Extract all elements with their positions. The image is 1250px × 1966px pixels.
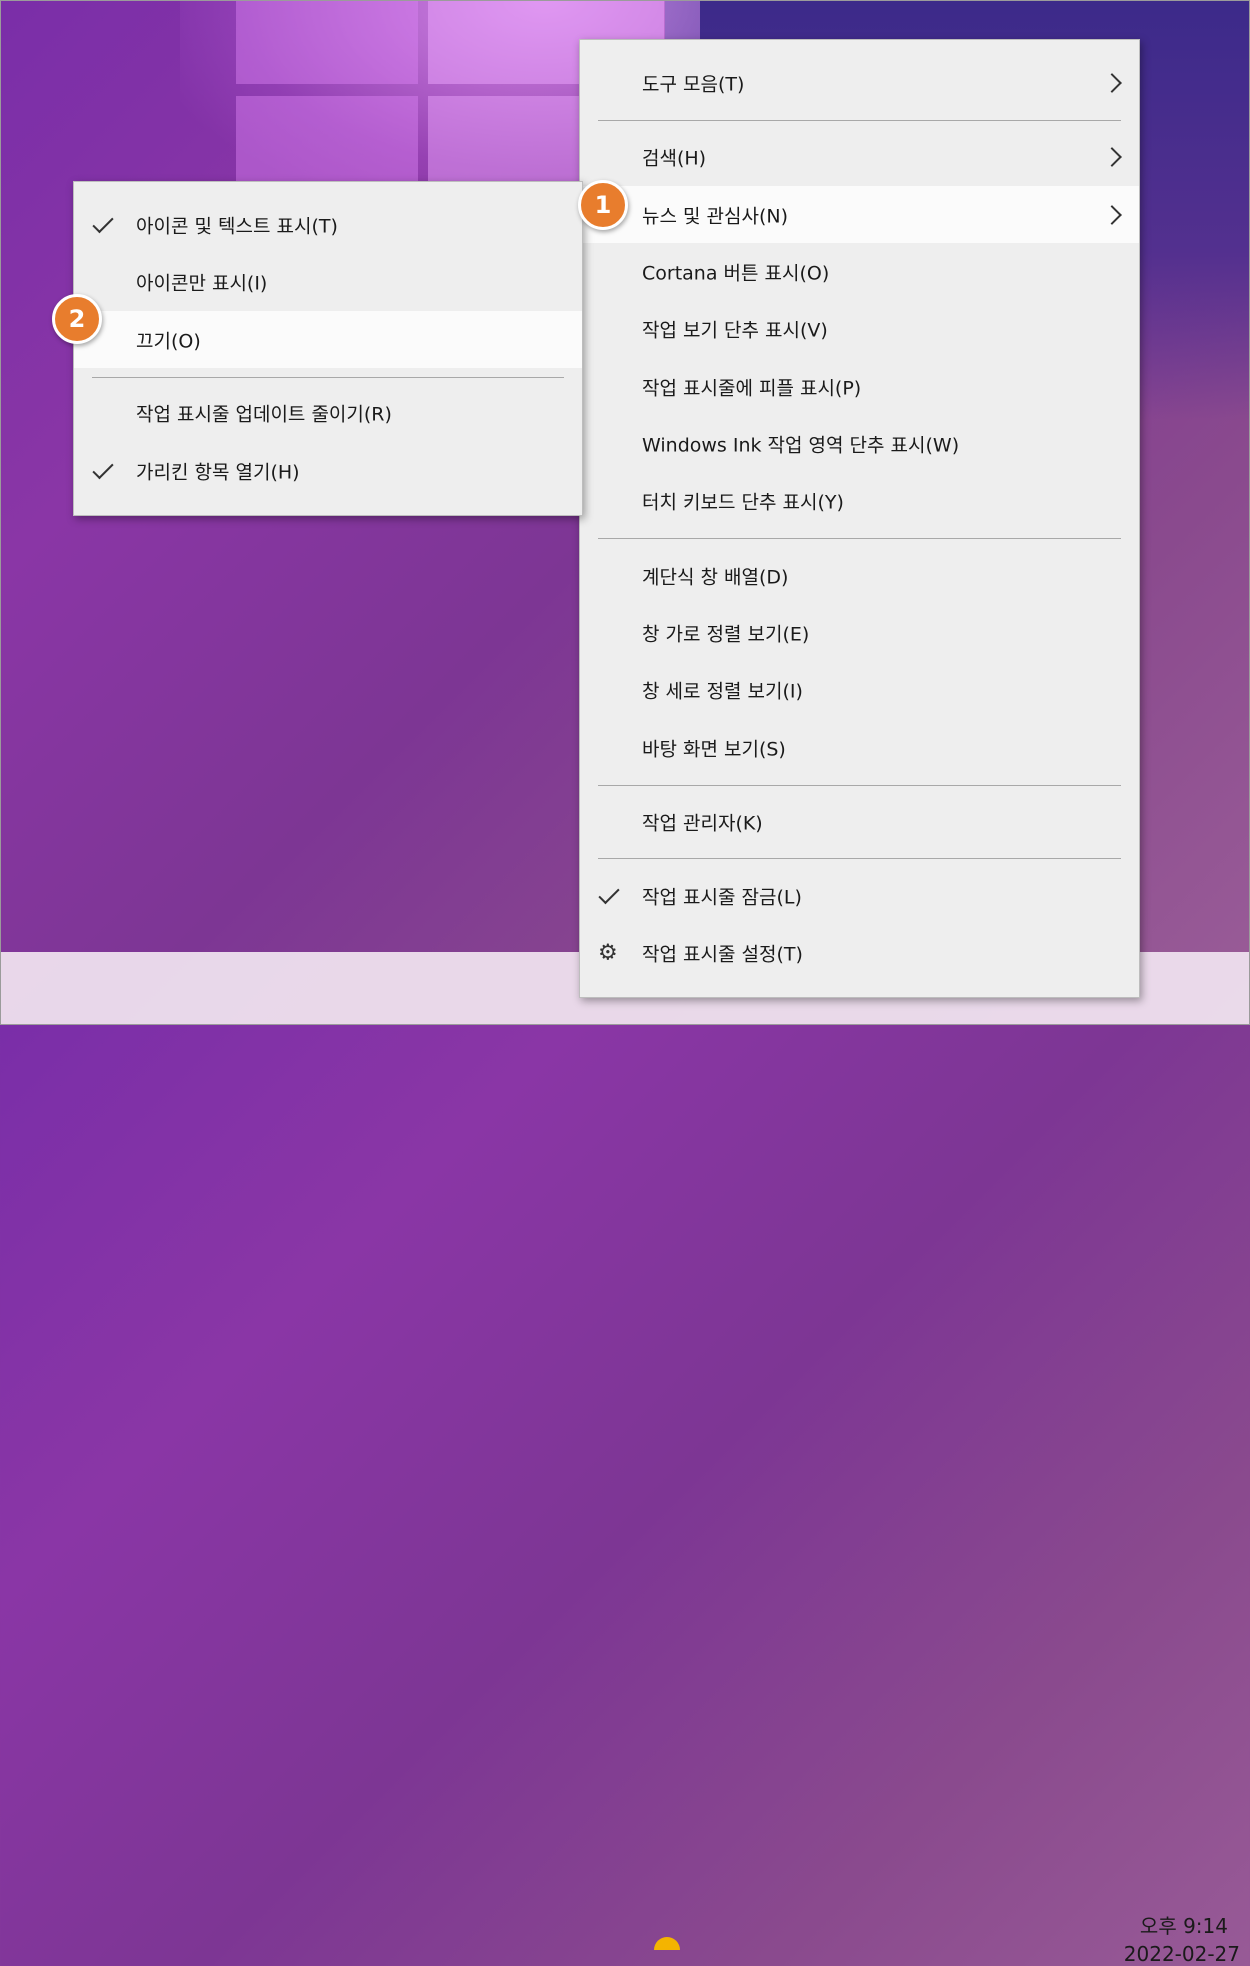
menu-item-label: 도구 모음(T): [642, 73, 745, 95]
menu-separator: [598, 120, 1121, 121]
menu-item-label: 작업 관리자(K): [642, 812, 763, 834]
menu-item-label: 바탕 화면 보기(S): [642, 738, 786, 760]
menu-item-task-manager[interactable]: 작업 관리자(K): [580, 793, 1139, 850]
menu-item-label: Cortana 버튼 표시(O): [642, 262, 830, 284]
menu-item-label: 검색(H): [642, 147, 707, 169]
step-badge-2: 2: [52, 294, 102, 344]
weather-icon[interactable]: [654, 1937, 680, 1950]
menu-item-touch-keyboard[interactable]: 터치 키보드 단추 표시(Y): [580, 472, 1139, 529]
menu-item-label: 작업 표시줄에 피플 표시(P): [642, 377, 862, 399]
menu-separator: [598, 858, 1121, 859]
submenu-item-icon-and-text[interactable]: 아이콘 및 텍스트 표시(T): [74, 196, 582, 253]
clock-time[interactable]: 오후 9:14: [1140, 1910, 1228, 1939]
clock-date[interactable]: 2022-02-27: [1124, 1942, 1240, 1966]
menu-item-toolbars[interactable]: 도구 모음(T): [580, 54, 1139, 111]
menu-item-label: Windows Ink 작업 영역 단추 표시(W): [642, 434, 960, 456]
step-badge-1: 1: [578, 180, 628, 230]
menu-item-label: 끄기(O): [136, 330, 201, 352]
submenu-item-open-on-hover[interactable]: 가리킨 항목 열기(H): [74, 442, 582, 499]
chevron-right-icon: [1102, 146, 1122, 167]
news-and-interests-submenu: 아이콘 및 텍스트 표시(T) 아이콘만 표시(I) 끄기(O) 작업 표시줄 …: [73, 181, 583, 516]
menu-item-label: 창 가로 정렬 보기(E): [642, 623, 810, 645]
menu-item-people[interactable]: 작업 표시줄에 피플 표시(P): [580, 358, 1139, 415]
wallpaper-window-pane: [236, 0, 418, 84]
menu-item-label: 작업 표시줄 업데이트 줄이기(R): [136, 403, 392, 425]
menu-item-task-view[interactable]: 작업 보기 단추 표시(V): [580, 300, 1139, 357]
checkmark-icon: [598, 882, 620, 904]
menu-item-side-by-side[interactable]: 창 세로 정렬 보기(I): [580, 661, 1139, 718]
gear-icon: ⚙: [598, 940, 618, 965]
checkmark-icon: [92, 457, 114, 479]
menu-item-label: 창 세로 정렬 보기(I): [642, 680, 803, 702]
submenu-item-reduce-updates[interactable]: 작업 표시줄 업데이트 줄이기(R): [74, 384, 582, 441]
menu-item-label: 아이콘 및 텍스트 표시(T): [136, 215, 338, 237]
submenu-item-turn-off[interactable]: 끄기(O): [74, 311, 582, 368]
menu-separator: [598, 785, 1121, 786]
menu-item-taskbar-settings[interactable]: ⚙ 작업 표시줄 설정(T): [580, 924, 1139, 981]
menu-item-lock-taskbar[interactable]: 작업 표시줄 잠금(L): [580, 867, 1139, 924]
menu-item-show-desktop[interactable]: 바탕 화면 보기(S): [580, 719, 1139, 776]
menu-item-stacked[interactable]: 창 가로 정렬 보기(E): [580, 604, 1139, 661]
menu-item-label: 터치 키보드 단추 표시(Y): [642, 491, 844, 513]
submenu-item-icon-only[interactable]: 아이콘만 표시(I): [74, 253, 582, 310]
taskbar-context-menu: 도구 모음(T) 검색(H) 뉴스 및 관심사(N) Cortana 버튼 표시…: [579, 39, 1140, 998]
menu-separator: [598, 538, 1121, 539]
menu-item-label: 아이콘만 표시(I): [136, 272, 268, 294]
menu-item-cascade[interactable]: 계단식 창 배열(D): [580, 547, 1139, 604]
menu-item-search[interactable]: 검색(H): [580, 128, 1139, 185]
menu-item-label: 작업 표시줄 잠금(L): [642, 886, 802, 908]
menu-item-label: 작업 표시줄 설정(T): [642, 943, 803, 965]
chevron-right-icon: [1102, 72, 1122, 93]
checkmark-icon: [92, 211, 114, 233]
menu-item-label: 계단식 창 배열(D): [642, 566, 789, 588]
menu-item-label: 뉴스 및 관심사(N): [642, 205, 788, 227]
menu-item-label: 가리킨 항목 열기(H): [136, 461, 300, 483]
menu-item-windows-ink[interactable]: Windows Ink 작업 영역 단추 표시(W): [580, 415, 1139, 472]
chevron-right-icon: [1102, 204, 1122, 225]
wallpaper-window-pane: [236, 96, 418, 186]
menu-item-news-and-interests[interactable]: 뉴스 및 관심사(N): [580, 186, 1139, 243]
menu-item-label: 작업 보기 단추 표시(V): [642, 319, 828, 341]
menu-item-cortana[interactable]: Cortana 버튼 표시(O): [580, 243, 1139, 300]
menu-separator: [92, 377, 564, 378]
